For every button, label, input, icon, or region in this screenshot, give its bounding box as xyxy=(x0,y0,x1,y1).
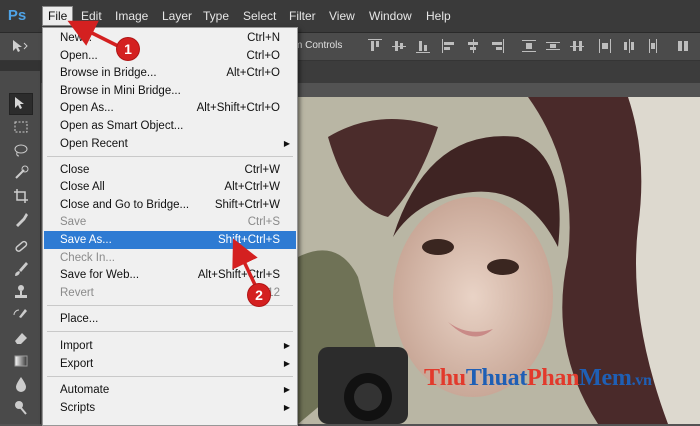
watermark-part: .vn xyxy=(631,372,652,389)
watermark-part: Thu xyxy=(424,365,466,391)
arrow-1 xyxy=(67,20,121,49)
step-badge-1: 1 xyxy=(117,38,139,60)
step-badge-2: 2 xyxy=(248,284,270,306)
annotation-arrows xyxy=(67,20,259,290)
watermark-part: Thuat xyxy=(465,365,528,391)
watermark: ThuThuatPhanMem.vn xyxy=(424,365,652,392)
watermark-part: Mem xyxy=(579,365,632,391)
watermark-part: Phan xyxy=(527,365,580,391)
arrow-2 xyxy=(232,238,259,290)
